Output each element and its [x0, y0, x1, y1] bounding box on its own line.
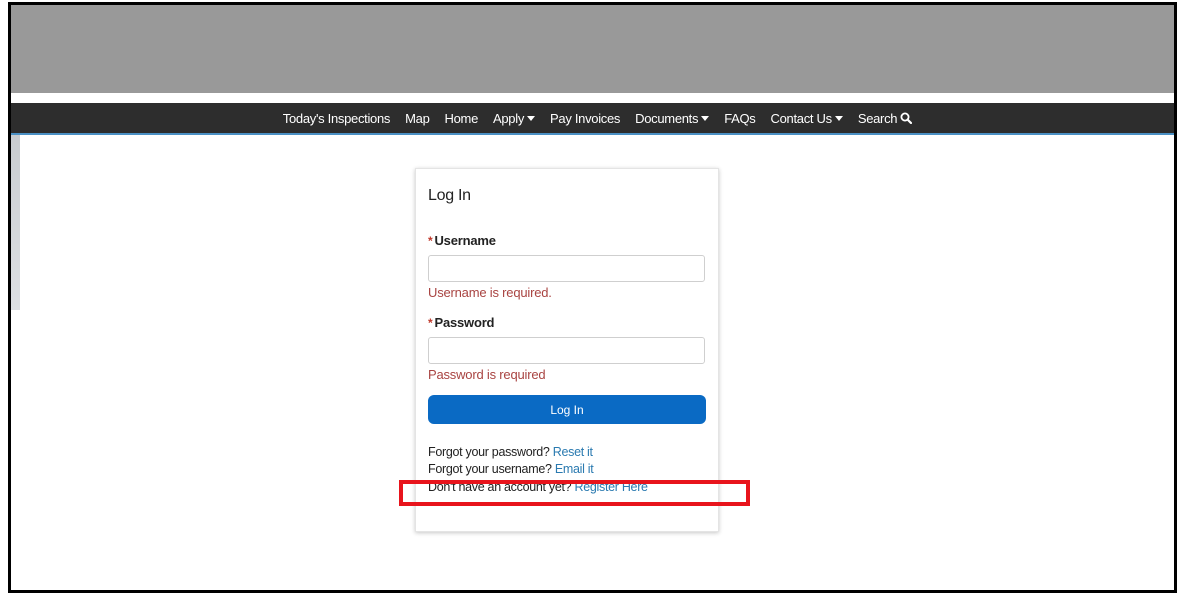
email-username-link[interactable]: Email it — [555, 462, 594, 476]
nav-item-apply[interactable]: Apply — [493, 111, 536, 126]
caret-down-icon — [834, 116, 843, 121]
banner-divider — [11, 93, 1174, 103]
password-label: * Password — [428, 315, 495, 330]
username-label: * Username — [428, 233, 496, 248]
forgot-password-line: Forgot your password? Reset it — [428, 445, 593, 459]
login-card: Log In * Username Username is required. *… — [415, 168, 719, 532]
login-button[interactable]: Log In — [428, 395, 706, 424]
nav-item-pay-invoices[interactable]: Pay Invoices — [550, 111, 620, 126]
nav-item-contact-us[interactable]: Contact Us — [771, 111, 843, 126]
password-error: Password is required — [428, 367, 546, 382]
main-nav: Today's Inspections Map Home Apply Pay I… — [11, 103, 1174, 135]
username-error: Username is required. — [428, 285, 552, 300]
reset-password-link[interactable]: Reset it — [553, 445, 593, 459]
required-marker: * — [428, 316, 433, 330]
nav-item-faqs[interactable]: FAQs — [724, 111, 756, 126]
caret-down-icon — [701, 116, 710, 121]
login-title: Log In — [428, 187, 471, 204]
nav-item-map[interactable]: Map — [405, 111, 430, 126]
highlight-annotation — [399, 480, 750, 506]
username-input[interactable] — [428, 255, 705, 282]
header-banner — [11, 5, 1174, 93]
required-marker: * — [428, 234, 433, 248]
nav-item-home[interactable]: Home — [445, 111, 479, 126]
search-icon — [900, 112, 913, 124]
password-input[interactable] — [428, 337, 705, 364]
forgot-username-line: Forgot your username? Email it — [428, 462, 594, 476]
nav-item-documents[interactable]: Documents — [635, 111, 710, 126]
caret-down-icon — [527, 116, 536, 121]
nav-item-todays-inspections[interactable]: Today's Inspections — [283, 111, 391, 126]
nav-item-search[interactable]: Search — [858, 111, 913, 126]
